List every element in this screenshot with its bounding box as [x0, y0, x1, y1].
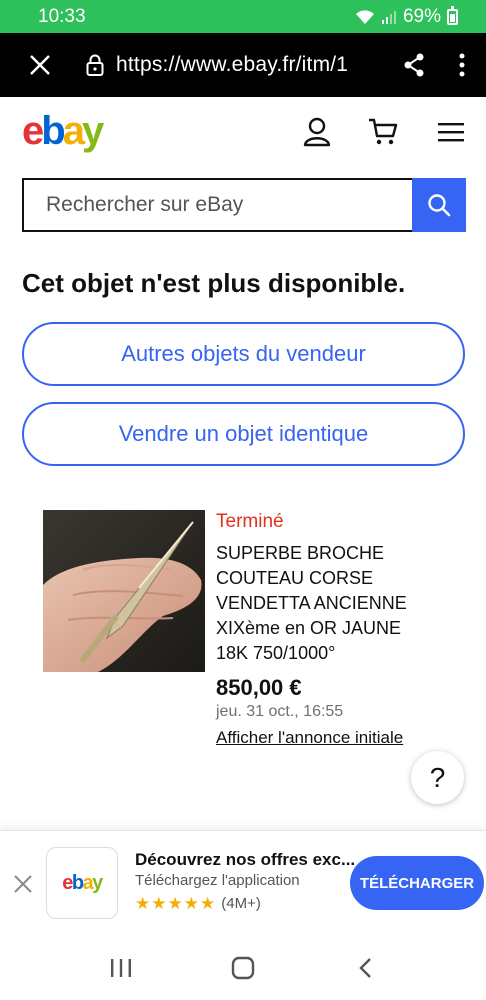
battery-level: 69%	[402, 5, 441, 27]
url-text[interactable]: https://www.ebay.fr/itm/1	[110, 53, 390, 77]
recent-apps-button[interactable]	[101, 948, 141, 988]
wifi-icon	[355, 9, 374, 24]
more-options-button[interactable]	[438, 33, 486, 97]
star-icon: ★	[151, 894, 167, 913]
listing-status: Terminé	[216, 511, 284, 532]
seller-items-button[interactable]: Autres objets du vendeur	[22, 322, 465, 386]
clock: 10:33	[38, 5, 86, 27]
listing-price: 850,00 €	[216, 675, 302, 700]
close-icon	[14, 875, 32, 893]
status-bar: 10:33 69%	[0, 0, 486, 33]
search-button[interactable]	[412, 178, 466, 232]
star-icon: ★	[183, 894, 199, 913]
ebay-logo[interactable]: ebay	[22, 111, 104, 151]
close-tab-button[interactable]	[0, 33, 80, 97]
help-label: ?	[429, 761, 446, 793]
app-rating: ★ ★ ★ ★ ★ (4M+)	[135, 895, 261, 912]
rating-count: (4M+)	[221, 895, 261, 912]
back-icon	[359, 957, 371, 978]
app-logo: ebay	[46, 847, 118, 919]
search-icon	[428, 194, 451, 217]
star-icon: ★	[200, 894, 216, 913]
download-app-button[interactable]: TÉLÉCHARGER	[350, 856, 484, 910]
menu-button[interactable]	[434, 115, 468, 149]
browser-url-bar: https://www.ebay.fr/itm/1	[0, 33, 486, 97]
recent-apps-icon	[111, 958, 131, 977]
search-input[interactable]	[22, 178, 412, 232]
lock-icon[interactable]	[80, 33, 110, 97]
home-button[interactable]	[223, 948, 263, 988]
cart-button[interactable]	[366, 115, 400, 149]
battery-icon	[447, 5, 458, 25]
user-icon	[303, 117, 331, 147]
help-button[interactable]: ?	[411, 751, 464, 804]
listing-title[interactable]: SUPERBE BROCHE COUTEAU CORSE VENDETTA AN…	[216, 541, 436, 666]
site-header: ebay	[0, 97, 486, 169]
app-install-banner: ebay Découvrez nos offres exc... Télécha…	[0, 830, 486, 934]
star-icon: ★	[135, 894, 151, 913]
back-button[interactable]	[345, 948, 385, 988]
item-image[interactable]	[43, 510, 205, 672]
page-title: Cet objet n'est plus disponible.	[22, 268, 406, 298]
banner-title: Découvrez nos offres exc...	[135, 850, 356, 869]
banner-close-button[interactable]	[10, 871, 36, 897]
status-indicators: 69%	[355, 5, 458, 28]
account-button[interactable]	[300, 115, 334, 149]
close-icon	[30, 55, 50, 75]
banner-subtitle: Téléchargez l'application	[135, 872, 300, 889]
listing-end-date: jeu. 31 oct., 16:55	[216, 703, 344, 720]
more-vertical-icon	[459, 53, 465, 77]
view-original-listing-link[interactable]: Afficher l'annonce initiale	[216, 728, 403, 748]
signal-icon	[381, 10, 396, 24]
star-icon: ★	[167, 894, 183, 913]
sell-similar-button[interactable]: Vendre un objet identique	[22, 402, 465, 466]
share-button[interactable]	[390, 33, 438, 97]
home-icon	[231, 956, 255, 979]
cart-icon	[369, 118, 398, 145]
menu-icon	[438, 123, 464, 142]
search-bar	[22, 178, 466, 232]
system-nav-bar	[0, 935, 486, 1000]
share-icon	[404, 53, 424, 77]
